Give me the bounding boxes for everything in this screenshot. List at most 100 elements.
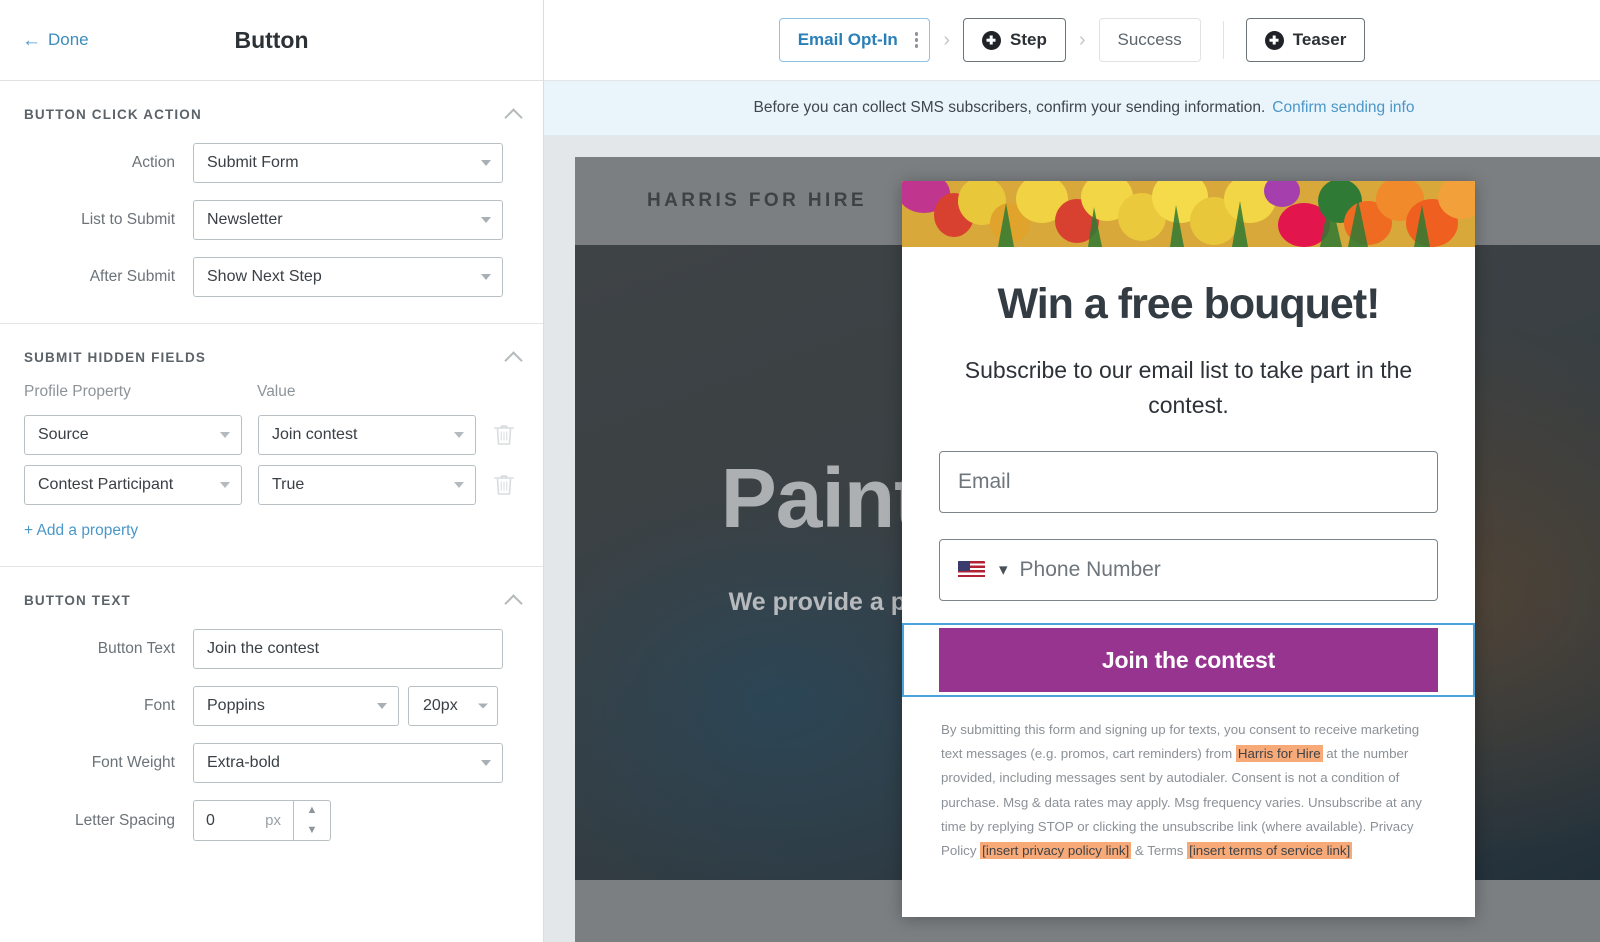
hidden-field-row: Contest Participant True [0,465,543,505]
select-hidden-value-2[interactable]: True [258,465,476,505]
input-button-text-value: Join the contest [207,640,320,657]
hidden-fields-column-headers: Profile Property Value [0,369,543,405]
step-list: Email Opt-In › Step › Success Teaser [778,18,1366,62]
chevron-up-icon[interactable] [506,107,521,122]
popup-body: Win a free bouquet! Subscribe to our ema… [902,247,1475,863]
sms-warning-banner: Before you can collect SMS subscribers, … [544,81,1600,136]
select-hidden-property-2[interactable]: Contest Participant [24,465,242,505]
field-row-action: Action Submit Form [0,134,543,183]
section-header-button-text[interactable]: BUTTON TEXT [0,567,543,612]
label-action: Action [131,154,175,171]
stepper-increment-button[interactable]: ▲ [294,801,330,821]
stepper-buttons: ▲ ▼ [293,800,331,841]
phone-input-placeholder: Phone Number [1019,558,1161,582]
settings-panel: ← Done Button BUTTON CLICK ACTION Action… [0,0,544,942]
preview-area: Email Opt-In › Step › Success Teaser Bef… [544,0,1600,942]
fine-print-part-2: at the number provided, including messag… [941,746,1422,858]
chevron-up-icon[interactable] [506,593,521,608]
phone-input[interactable]: ▾ Phone Number [939,539,1438,602]
settings-panel-header: ← Done Button [0,0,543,81]
field-row-button-text: Button Text Join the contest [0,620,543,669]
add-step-label: Step [1009,30,1047,49]
step-tab-success[interactable]: Success [1098,18,1201,62]
chevron-down-icon [454,432,464,438]
chevron-down-icon [478,703,488,709]
popup-headline: Win a free bouquet! [997,280,1381,328]
add-property-link[interactable]: + Add a property [24,522,543,540]
us-flag-icon [958,561,985,580]
back-arrow-icon: ← [22,29,41,51]
letter-spacing-value: 0 [206,811,215,829]
select-font-weight-value: Extra-bold [207,754,280,771]
select-action[interactable]: Submit Form [193,143,503,183]
delete-icon[interactable] [492,472,516,498]
field-row-after-submit: After Submit Show Next Step [0,248,543,297]
select-hidden-property-1[interactable]: Source [24,415,242,455]
select-font-size[interactable]: 20px [408,686,498,726]
section-title-click-action: BUTTON CLICK ACTION [24,107,202,122]
add-teaser-label: Teaser [1292,30,1347,49]
sms-warning-text: Before you can collect SMS subscribers, … [753,99,1266,116]
chevron-down-icon[interactable]: ▾ [999,560,1008,580]
plus-circle-icon [1264,30,1284,50]
confirm-sending-info-link[interactable]: Confirm sending info [1272,99,1414,117]
input-button-text[interactable]: Join the contest [193,629,503,669]
letter-spacing-unit: px [265,812,281,829]
popup-editor-app: ← Done Button BUTTON CLICK ACTION Action… [0,0,1600,942]
chevron-down-icon [220,482,230,488]
terms-of-service-link-placeholder[interactable]: [insert terms of service link] [1187,841,1353,859]
select-action-value: Submit Form [207,154,299,171]
select-font-weight[interactable]: Extra-bold [193,743,503,783]
chevron-down-icon [481,760,491,766]
add-teaser-button[interactable]: Teaser [1245,18,1366,62]
letter-spacing-stepper[interactable]: 0 px ▲ ▼ [193,800,331,841]
email-input[interactable]: Email [939,451,1438,514]
select-hidden-value-1[interactable]: Join contest [258,415,476,455]
select-hidden-property-1-value: Source [38,426,89,443]
select-font-family-value: Poppins [207,697,265,714]
label-letter-spacing: Letter Spacing [75,811,175,829]
preview-canvas: HARRIS FOR HIRE Paint your passion We pr… [544,136,1600,942]
delete-icon[interactable] [492,422,516,448]
stepper-decrement-button[interactable]: ▼ [294,821,330,841]
popup-subheadline: Subscribe to our email list to take part… [964,357,1413,419]
signup-popup: Win a free bouquet! Subscribe to our ema… [902,181,1475,917]
more-options-icon[interactable] [914,32,919,48]
section-button-click-action: BUTTON CLICK ACTION Action Submit Form L… [0,81,543,324]
select-font-family[interactable]: Poppins [193,686,399,726]
step-navigation-bar: Email Opt-In › Step › Success Teaser [544,0,1600,81]
chevron-down-icon [481,274,491,280]
label-font-weight: Font Weight [91,754,175,771]
section-title-hidden-fields: SUBMIT HIDDEN FIELDS [24,350,207,365]
chevron-down-icon [377,703,387,709]
chevron-down-icon [454,482,464,488]
website-preview: HARRIS FOR HIRE Paint your passion We pr… [575,157,1600,942]
popup-fine-print: By submitting this form and signing up f… [939,697,1438,862]
add-step-button[interactable]: Step [962,18,1066,62]
privacy-policy-link-placeholder[interactable]: [insert privacy policy link] [980,841,1132,859]
select-list-to-submit-value: Newsletter [207,211,283,228]
select-after-submit[interactable]: Show Next Step [193,257,503,297]
section-header-click-action[interactable]: BUTTON CLICK ACTION [0,81,543,126]
fine-print-brand-highlight: Harris for Hire [1235,745,1323,763]
website-brand: HARRIS FOR HIRE [647,190,867,211]
join-the-contest-button[interactable]: Join the contest [939,628,1438,693]
section-button-text: BUTTON TEXT Button Text Join the contest… [0,567,543,867]
step-separator-icon: › [943,29,950,51]
section-title-button-text: BUTTON TEXT [24,593,131,608]
chevron-down-icon [481,217,491,223]
step-tab-email-opt-in[interactable]: Email Opt-In [778,18,931,62]
field-row-list-to-submit: List to Submit Newsletter [0,191,543,240]
label-list-to-submit: List to Submit [81,211,175,228]
column-header-value: Value [257,383,296,400]
done-button[interactable]: ← Done [22,30,89,50]
step-tab-email-opt-in-label: Email Opt-In [797,30,898,49]
hidden-field-row: Source Join contest [0,415,543,455]
chevron-up-icon[interactable] [506,350,521,365]
letter-spacing-input[interactable]: 0 px [193,800,293,841]
field-row-font: Font Poppins 20px [0,677,543,726]
fine-print-part-3: & Terms [1131,842,1188,858]
section-header-hidden-fields[interactable]: SUBMIT HIDDEN FIELDS [0,324,543,369]
section-submit-hidden-fields: SUBMIT HIDDEN FIELDS Profile Property Va… [0,324,543,567]
select-list-to-submit[interactable]: Newsletter [193,200,503,240]
